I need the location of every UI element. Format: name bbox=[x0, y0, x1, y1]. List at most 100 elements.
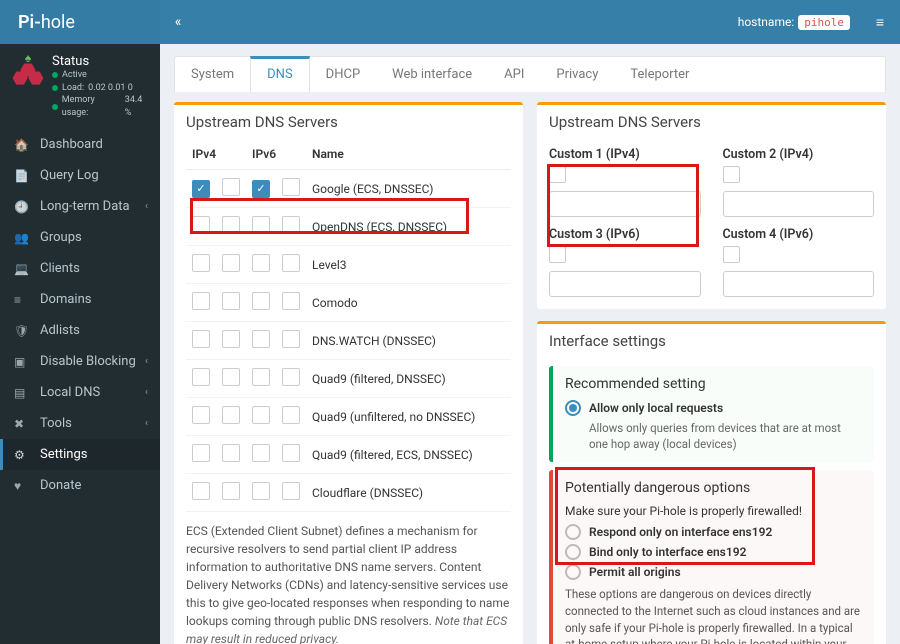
dns-checkbox[interactable] bbox=[222, 368, 240, 386]
dns-checkbox[interactable] bbox=[222, 216, 240, 234]
dns-row: Quad9 (unfiltered, no DNSSEC) bbox=[186, 398, 511, 436]
dns-provider-name: Comodo bbox=[306, 284, 511, 322]
nav-item-groups[interactable]: 👥Groups bbox=[0, 222, 160, 253]
dns-provider-name: Quad9 (unfiltered, no DNSSEC) bbox=[306, 398, 511, 436]
dns-row: Level3 bbox=[186, 246, 511, 284]
dns-checkbox[interactable] bbox=[192, 444, 210, 462]
nav-icon: ≡ bbox=[14, 293, 32, 307]
chevron-left-icon: ‹ bbox=[145, 387, 148, 398]
dns-checkbox[interactable] bbox=[252, 292, 270, 310]
custom-dns-input[interactable] bbox=[723, 271, 875, 297]
brand-logo[interactable]: Pi-hole bbox=[0, 0, 160, 44]
dns-row: Comodo bbox=[186, 284, 511, 322]
dns-row: Quad9 (filtered, DNSSEC) bbox=[186, 360, 511, 398]
custom-dns-2: Custom 2 (IPv4) bbox=[723, 147, 875, 217]
dns-checkbox[interactable] bbox=[282, 254, 300, 272]
nav-icon: ⚙ bbox=[14, 448, 32, 462]
nav-item-adlists[interactable]: 🛡Adlists bbox=[0, 315, 160, 346]
nav-item-donate[interactable]: ♥Donate bbox=[0, 470, 160, 501]
nav-item-query-log[interactable]: 📄Query Log bbox=[0, 160, 160, 191]
custom-dns-input[interactable] bbox=[723, 191, 875, 217]
radio-allow-local[interactable] bbox=[565, 400, 581, 416]
dns-checkbox[interactable] bbox=[192, 406, 210, 424]
dns-checkbox[interactable] bbox=[192, 368, 210, 386]
dns-checkbox[interactable] bbox=[252, 482, 270, 500]
dns-checkbox[interactable] bbox=[222, 406, 240, 424]
dns-checkbox[interactable] bbox=[282, 216, 300, 234]
custom-dns-3: Custom 3 (IPv6) bbox=[549, 227, 701, 297]
dns-checkbox[interactable] bbox=[222, 178, 240, 196]
dns-checkbox[interactable] bbox=[192, 482, 210, 500]
custom-dns-enable-checkbox[interactable] bbox=[549, 166, 566, 183]
dns-checkbox[interactable] bbox=[192, 216, 210, 234]
dns-checkbox[interactable] bbox=[282, 482, 300, 500]
ecs-note: ECS (Extended Client Subnet) defines a m… bbox=[174, 512, 523, 644]
custom-dns-enable-checkbox[interactable] bbox=[549, 246, 566, 263]
dns-checkbox[interactable] bbox=[252, 216, 270, 234]
interface-radio[interactable] bbox=[565, 524, 581, 540]
dns-checkbox[interactable] bbox=[192, 330, 210, 348]
nav-item-local-dns[interactable]: ▤Local DNS‹ bbox=[0, 377, 160, 408]
dns-checkbox[interactable] bbox=[252, 254, 270, 272]
pihole-logo-icon: ♠ ⬣ ⬣⬣ bbox=[12, 54, 44, 86]
dns-checkbox[interactable] bbox=[282, 444, 300, 462]
dns-checkbox[interactable] bbox=[222, 330, 240, 348]
dns-checkbox[interactable] bbox=[282, 406, 300, 424]
tab-privacy[interactable]: Privacy bbox=[540, 57, 614, 92]
tab-api[interactable]: API bbox=[488, 57, 540, 92]
hostname-indicator: hostname: pihole bbox=[728, 15, 860, 30]
nav-icon: ♥ bbox=[14, 479, 32, 493]
dns-checkbox[interactable] bbox=[252, 406, 270, 424]
tab-web-interface[interactable]: Web interface bbox=[376, 57, 488, 92]
dns-checkbox[interactable] bbox=[252, 330, 270, 348]
upstream-title: Upstream DNS Servers bbox=[174, 105, 523, 139]
nav-icon: 🏠 bbox=[14, 138, 32, 152]
sidebar-toggle-button[interactable]: « bbox=[160, 0, 196, 44]
nav-item-long-term-data[interactable]: 🕘Long-term Data‹ bbox=[0, 191, 160, 222]
nav-item-tools[interactable]: ✖Tools‹ bbox=[0, 408, 160, 439]
dns-checkbox[interactable] bbox=[282, 330, 300, 348]
custom-dns-enable-checkbox[interactable] bbox=[723, 166, 740, 183]
nav-icon: 👥 bbox=[14, 231, 32, 245]
nav-item-clients[interactable]: 💻Clients bbox=[0, 253, 160, 284]
dns-checkbox[interactable] bbox=[222, 482, 240, 500]
dns-checkbox[interactable] bbox=[282, 178, 300, 196]
dns-checkbox[interactable] bbox=[282, 292, 300, 310]
nav-item-disable-blocking[interactable]: ▣Disable Blocking‹ bbox=[0, 346, 160, 377]
status-load: Load: 0.02 0.01 0 bbox=[52, 82, 150, 95]
custom-dns-input[interactable] bbox=[549, 271, 701, 297]
custom-upstream-title: Upstream DNS Servers bbox=[537, 105, 886, 139]
dns-checkbox[interactable] bbox=[222, 292, 240, 310]
chevron-left-icon: ‹ bbox=[145, 201, 148, 212]
custom-dns-enable-checkbox[interactable] bbox=[723, 246, 740, 263]
custom-dns-4: Custom 4 (IPv6) bbox=[723, 227, 875, 297]
header-menu-button[interactable]: ≡ bbox=[860, 0, 900, 44]
dns-checkbox[interactable]: ✓ bbox=[192, 180, 210, 198]
dns-checkbox[interactable] bbox=[282, 368, 300, 386]
tab-dhcp[interactable]: DHCP bbox=[310, 57, 376, 92]
nav-icon: 💻 bbox=[14, 262, 32, 276]
dns-checkbox[interactable] bbox=[192, 292, 210, 310]
tab-dns[interactable]: DNS bbox=[250, 56, 310, 92]
chevron-left-icon: ‹ bbox=[145, 356, 148, 367]
dns-row: Quad9 (filtered, ECS, DNSSEC) bbox=[186, 436, 511, 474]
dns-provider-name: DNS.WATCH (DNSSEC) bbox=[306, 322, 511, 360]
dns-checkbox[interactable] bbox=[252, 368, 270, 386]
custom-dns-input[interactable] bbox=[549, 191, 701, 217]
dns-checkbox[interactable]: ✓ bbox=[252, 180, 270, 198]
nav-icon: ✖ bbox=[14, 417, 32, 431]
dns-checkbox[interactable] bbox=[222, 444, 240, 462]
dns-checkbox[interactable] bbox=[222, 254, 240, 272]
interface-radio[interactable] bbox=[565, 564, 581, 580]
tab-teleporter[interactable]: Teleporter bbox=[614, 57, 705, 92]
dns-checkbox[interactable] bbox=[252, 444, 270, 462]
tab-system[interactable]: System bbox=[175, 57, 250, 92]
interface-radio[interactable] bbox=[565, 544, 581, 560]
nav-item-dashboard[interactable]: 🏠Dashboard bbox=[0, 129, 160, 160]
nav-item-settings[interactable]: ⚙Settings bbox=[0, 439, 160, 470]
dangerous-callout: Potentially dangerous options Make sure … bbox=[549, 470, 874, 644]
chevron-left-icon: ‹ bbox=[145, 418, 148, 429]
recommended-callout: Recommended setting Allow only local req… bbox=[549, 366, 874, 462]
dns-checkbox[interactable] bbox=[192, 254, 210, 272]
nav-item-domains[interactable]: ≡Domains bbox=[0, 284, 160, 315]
